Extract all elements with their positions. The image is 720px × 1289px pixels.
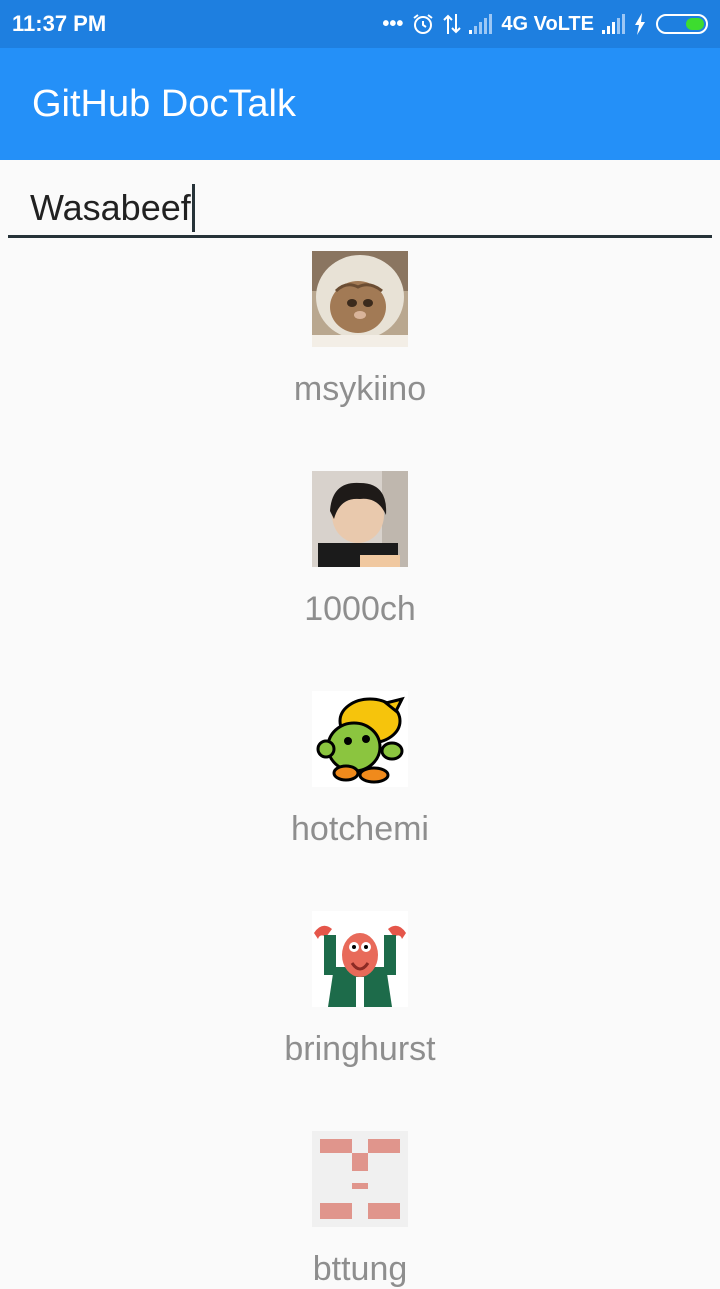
user-list-item[interactable]: bttung [0,1131,720,1289]
user-login: 1000ch [304,590,416,628]
wapuu-android-avatar [312,691,408,787]
battery-icon [656,14,708,34]
user-login: bttung [312,1250,408,1288]
user-login: msykiino [293,370,427,408]
search-field[interactable]: Wasabeef [8,160,712,238]
cat-avatar [312,251,408,347]
status-icons: ••• 4G VoLTE [382,12,708,36]
alarm-icon [411,12,435,36]
search-input[interactable]: Wasabeef [30,184,195,232]
signal-icon [602,14,626,34]
status-time: 11:37 PM [12,11,107,36]
text-cursor [191,184,195,232]
user-list-item[interactable]: 1000ch [0,471,720,629]
person-avatar [312,471,408,567]
zoidberg-avatar [312,911,408,1007]
network-type: 4G VoLTE [501,12,594,35]
more-notifications-icon: ••• [382,12,404,35]
search-input-value: Wasabeef [30,187,191,228]
status-bar: 11:37 PM ••• 4G VoLTE [0,0,720,48]
user-login: bringhurst [284,1030,436,1068]
data-transfer-icon [443,12,462,36]
identicon-avatar [312,1131,408,1227]
app-bar: GitHub DocTalk [0,48,720,160]
charging-icon [634,13,646,35]
signal-weak-icon [469,14,493,34]
user-list-item[interactable]: msykiino [0,251,720,409]
user-login: hotchemi [291,810,429,848]
user-list-item[interactable]: bringhurst [0,911,720,1069]
user-list-item[interactable]: hotchemi [0,691,720,849]
app-title: GitHub DocTalk [32,82,296,125]
